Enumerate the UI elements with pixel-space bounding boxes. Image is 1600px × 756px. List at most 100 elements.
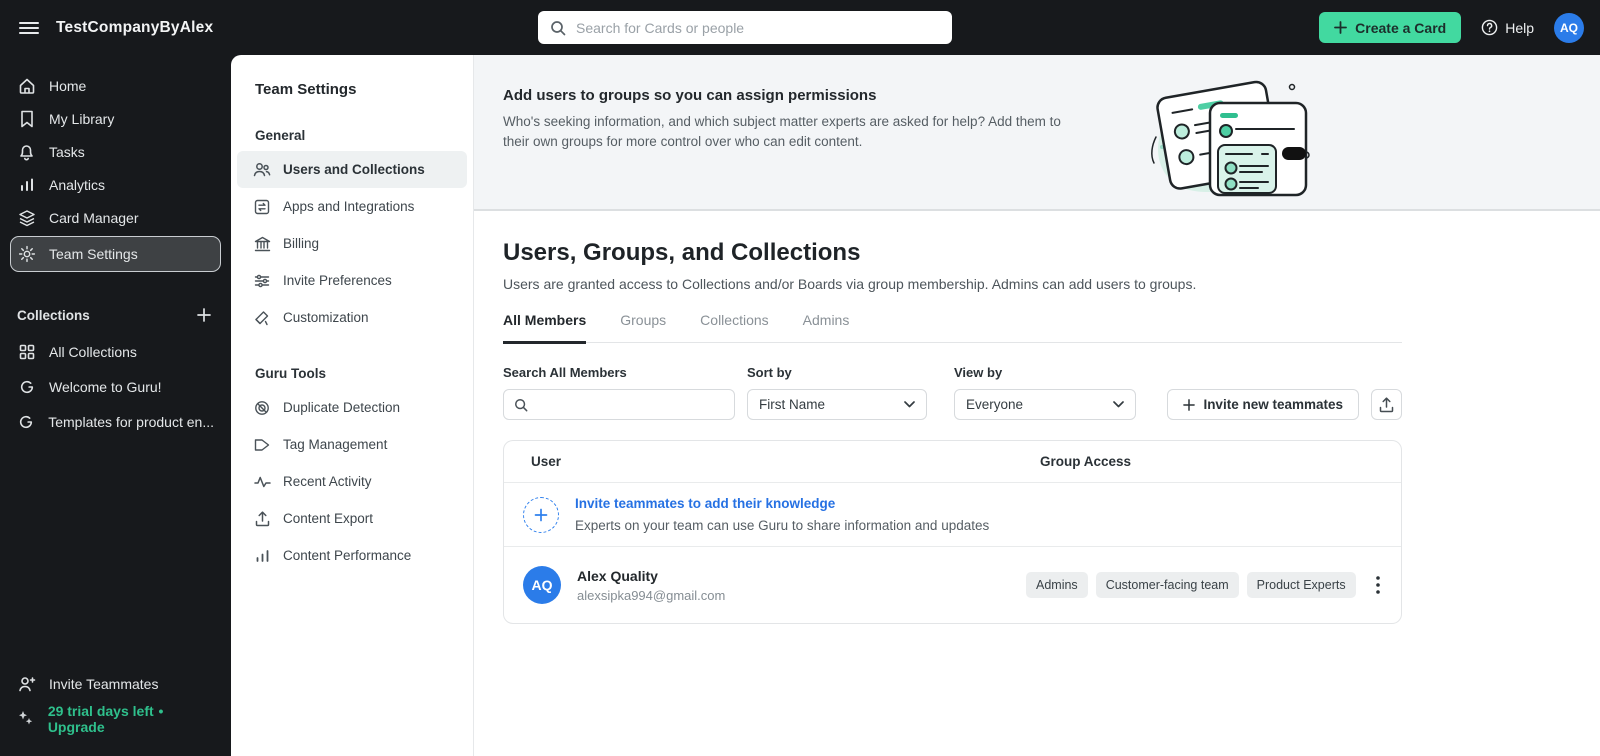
invite-new-teammates-label: Invite new teammates <box>1203 397 1343 412</box>
collections-section-header: Collections <box>0 304 231 326</box>
plus-circle-icon[interactable] <box>523 496 559 533</box>
sliders-icon <box>253 273 271 289</box>
settings-item-billing[interactable]: Billing <box>237 225 467 262</box>
search-icon <box>514 398 528 412</box>
sidebar-item-label: My Library <box>49 110 115 127</box>
search-members-box[interactable] <box>503 389 735 420</box>
guru-logo-icon <box>17 379 36 395</box>
tab-groups[interactable]: Groups <box>620 312 666 342</box>
gear-icon <box>17 245 36 263</box>
page-title: Users, Groups, and Collections <box>503 239 861 266</box>
trial-separator: • <box>158 702 164 719</box>
tab-collections[interactable]: Collections <box>700 312 768 342</box>
members-tabs: All Members Groups Collections Admins <box>503 312 1402 344</box>
info-banner: Add users to groups so you can assign pe… <box>474 55 1600 211</box>
bookmark-icon <box>17 110 36 128</box>
add-collection-button[interactable] <box>193 304 215 326</box>
search-members-input[interactable] <box>536 397 724 412</box>
banner-title: Add users to groups so you can assign pe… <box>503 87 877 104</box>
global-search[interactable] <box>538 11 952 44</box>
sidebar-item-label: Card Manager <box>49 209 139 226</box>
sparkles-icon <box>17 710 35 727</box>
view-by-value: Everyone <box>966 397 1024 412</box>
tag-icon <box>253 438 271 452</box>
create-card-label: Create a Card <box>1355 19 1447 36</box>
settings-item-tag-management[interactable]: Tag Management <box>237 426 467 463</box>
invite-teammates-sidebar-button[interactable]: Invite Teammates <box>0 666 231 701</box>
plus-icon <box>1183 398 1196 411</box>
settings-panel-title: Team Settings <box>255 81 357 98</box>
invite-teammates-row[interactable]: Invite teammates to add their knowledge … <box>504 483 1401 547</box>
sidebar-item-home[interactable]: Home <box>0 69 231 102</box>
upload-icon <box>1379 396 1394 413</box>
row-kebab-menu-icon[interactable] <box>1367 572 1389 598</box>
table-row: AQ Alex Quality alexsipka994@gmail.com A… <box>504 547 1401 623</box>
settings-item-apps-and-integrations[interactable]: Apps and Integrations <box>237 188 467 225</box>
settings-item-label: Recent Activity <box>283 474 372 489</box>
trial-days-text: 29 trial days left <box>47 702 154 719</box>
view-by-label: View by <box>954 365 1003 380</box>
sidebar-item-label: Team Settings <box>49 246 138 262</box>
search-members-label: Search All Members <box>503 365 627 380</box>
team-settings-panel: Team Settings General Users and Collecti… <box>231 55 474 756</box>
sort-by-select[interactable]: First Name <box>747 389 927 420</box>
tab-admins[interactable]: Admins <box>803 312 850 342</box>
sidebar-item-label: Analytics <box>49 176 106 193</box>
upgrade-link[interactable]: Upgrade <box>48 719 105 735</box>
filter-bar: Search All Members Sort by First Name Vi… <box>503 365 1402 420</box>
chevron-down-icon <box>904 401 915 408</box>
sidebar-item-team-settings[interactable]: Team Settings <box>10 236 221 272</box>
settings-item-content-performance[interactable]: Content Performance <box>237 537 467 574</box>
invite-new-teammates-button[interactable]: Invite new teammates <box>1167 389 1359 420</box>
sidebar-item-templates-collection[interactable]: Templates for product en... <box>0 404 231 439</box>
collection-item-label: Welcome to Guru! <box>49 378 162 395</box>
sidebar-item-label: Home <box>49 77 87 94</box>
sidebar-item-welcome-to-guru[interactable]: Welcome to Guru! <box>0 369 231 404</box>
sidebar-item-tasks[interactable]: Tasks <box>0 135 231 168</box>
settings-item-label: Apps and Integrations <box>283 199 415 214</box>
hamburger-menu-icon[interactable] <box>16 15 42 41</box>
settings-item-content-export[interactable]: Content Export <box>237 500 467 537</box>
person-plus-icon <box>17 676 36 692</box>
layers-icon <box>17 209 36 227</box>
trial-upgrade-banner[interactable]: 29 trial days left • Upgrade <box>0 701 231 736</box>
sidebar-item-analytics[interactable]: Analytics <box>0 168 231 201</box>
bar-chart-icon <box>17 177 36 193</box>
bell-icon <box>17 143 36 161</box>
sidebar-item-my-library[interactable]: My Library <box>0 102 231 135</box>
sidebar-item-all-collections[interactable]: All Collections <box>0 334 231 369</box>
guru-tools-section-header: Guru Tools <box>255 366 326 381</box>
sort-by-value: First Name <box>759 397 826 412</box>
plus-icon <box>1334 21 1348 34</box>
settings-item-label: Users and Collections <box>283 162 425 177</box>
settings-item-label: Duplicate Detection <box>283 400 401 415</box>
people-icon <box>253 162 271 177</box>
create-card-button[interactable]: Create a Card <box>1319 12 1462 43</box>
top-bar: TestCompanyByAlex Create a Card Help AQ <box>0 0 1600 55</box>
settings-item-customization[interactable]: Customization <box>237 299 467 336</box>
main-content: Add users to groups so you can assign pe… <box>474 55 1600 756</box>
settings-item-invite-preferences[interactable]: Invite Preferences <box>237 262 467 299</box>
settings-item-label: Customization <box>283 310 369 325</box>
upload-icon <box>253 510 271 527</box>
sidebar-item-card-manager[interactable]: Card Manager <box>0 201 231 234</box>
tab-all-members[interactable]: All Members <box>503 312 587 344</box>
user-email: alexsipka994@gmail.com <box>577 587 726 603</box>
global-search-input[interactable] <box>576 19 940 36</box>
settings-item-duplicate-detection[interactable]: Duplicate Detection <box>237 389 467 426</box>
user-name: Alex Quality <box>577 567 658 584</box>
settings-item-label: Billing <box>283 236 320 251</box>
view-by-select[interactable]: Everyone <box>954 389 1136 420</box>
settings-item-users-and-collections[interactable]: Users and Collections <box>237 151 467 188</box>
help-label: Help <box>1505 19 1534 36</box>
invite-row-title[interactable]: Invite teammates to add their knowledge <box>575 496 989 511</box>
banner-body: Who's seeking information, and which sub… <box>503 114 1061 150</box>
group-badge: Admins <box>1026 572 1088 598</box>
integrations-icon <box>253 199 271 215</box>
column-header-group-access: Group Access <box>1040 454 1132 469</box>
settings-item-recent-activity[interactable]: Recent Activity <box>237 463 467 500</box>
user-avatar[interactable]: AQ <box>1554 12 1584 43</box>
export-members-button[interactable] <box>1371 389 1402 420</box>
help-button[interactable]: Help <box>1481 19 1534 36</box>
user-row-avatar: AQ <box>523 566 561 604</box>
